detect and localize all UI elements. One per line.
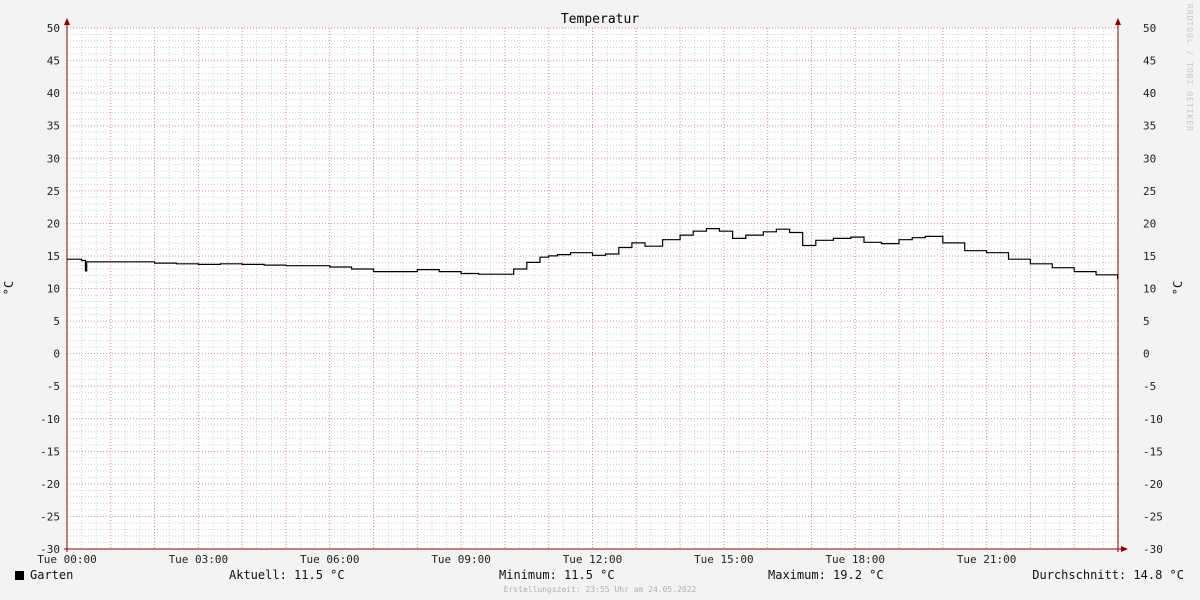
y-tick-label-left: 45 — [47, 55, 60, 68]
y-axis-right-ticks: 50454035302520151050-5-10-15-20-25-30 — [1143, 22, 1163, 556]
x-tick-label: Tue 12:00 — [563, 553, 623, 566]
y-tick-label-left: 15 — [47, 250, 60, 263]
y-tick-label-right: 10 — [1143, 283, 1156, 296]
y-tick-label-left: 5 — [53, 315, 60, 328]
y-tick-label-left: 50 — [47, 22, 60, 35]
legend-item: Garten — [15, 568, 73, 582]
legend-label: Garten — [30, 568, 74, 582]
y-tick-label-left: 0 — [53, 348, 60, 361]
y-tick-label-right: 15 — [1143, 250, 1156, 263]
creation-time: Erstellungszeit: 23:55 Uhr am 24.05.2022 — [503, 585, 697, 594]
y-tick-label-left: -5 — [47, 380, 60, 393]
y-tick-label-left: -20 — [40, 478, 60, 491]
temperature-chart: 50454035302520151050-5-10-15-20-25-30 50… — [2, 4, 1194, 566]
y-tick-label-right: 50 — [1143, 22, 1156, 35]
y-tick-label-right: 45 — [1143, 55, 1156, 68]
stat-minimum: Minimum: 11.5 °C — [499, 568, 615, 582]
y-axis-label-left: °C — [2, 281, 16, 295]
y-axis-right-arrow — [1115, 18, 1121, 25]
x-tick-label: Tue 03:00 — [169, 553, 229, 566]
y-tick-label-right: 30 — [1143, 152, 1156, 165]
x-axis-arrow — [1121, 546, 1128, 552]
stat-maximum: Maximum: 19.2 °C — [768, 568, 884, 582]
y-tick-label-right: 40 — [1143, 87, 1156, 100]
y-tick-label-left: 25 — [47, 185, 60, 198]
x-tick-label: Tue 21:00 — [957, 553, 1017, 566]
y-tick-label-right: -25 — [1143, 510, 1163, 523]
y-tick-label-right: -30 — [1143, 543, 1163, 556]
stat-current: Aktuell: 11.5 °C — [229, 568, 345, 582]
y-tick-label-left: -25 — [40, 510, 60, 523]
y-axis-label-right: °C — [1171, 281, 1185, 295]
stat-average: Durchschnitt: 14.8 °C — [1032, 568, 1184, 582]
y-tick-label-left: -15 — [40, 445, 60, 458]
watermark: RRDTOOL / TOBI OETIKER — [1185, 4, 1194, 132]
y-tick-label-left: 40 — [47, 87, 60, 100]
y-tick-label-right: -15 — [1143, 445, 1163, 458]
y-tick-label-right: 0 — [1143, 348, 1150, 361]
y-axis-left-arrow — [64, 18, 70, 25]
y-tick-label-right: -10 — [1143, 413, 1163, 426]
x-tick-label: Tue 15:00 — [694, 553, 754, 566]
y-tick-label-left: -10 — [40, 413, 60, 426]
y-tick-label-right: -5 — [1143, 380, 1156, 393]
x-tick-label: Tue 18:00 — [825, 553, 885, 566]
y-tick-label-left: 35 — [47, 120, 60, 133]
y-tick-label-right: 5 — [1143, 315, 1150, 328]
y-tick-label-left: 10 — [47, 283, 60, 296]
y-tick-label-left: 30 — [47, 152, 60, 165]
y-tick-label-right: 20 — [1143, 217, 1156, 230]
y-axis-left-ticks: 50454035302520151050-5-10-15-20-25-30 — [40, 22, 60, 556]
x-tick-label: Tue 00:00 — [37, 553, 97, 566]
y-tick-label-right: 25 — [1143, 185, 1156, 198]
x-axis-ticks: Tue 00:00 Tue 03:00 Tue 06:00 Tue 09:00 Tue … — [37, 553, 1016, 566]
y-tick-label-right: 35 — [1143, 120, 1156, 133]
legend-swatch — [15, 571, 24, 580]
y-tick-label-right: -20 — [1143, 478, 1163, 491]
x-tick-label: Tue 06:00 — [300, 553, 360, 566]
chart-title: Temperatur — [561, 12, 639, 27]
y-tick-label-left: 20 — [47, 217, 60, 230]
x-tick-label: Tue 09:00 — [431, 553, 491, 566]
